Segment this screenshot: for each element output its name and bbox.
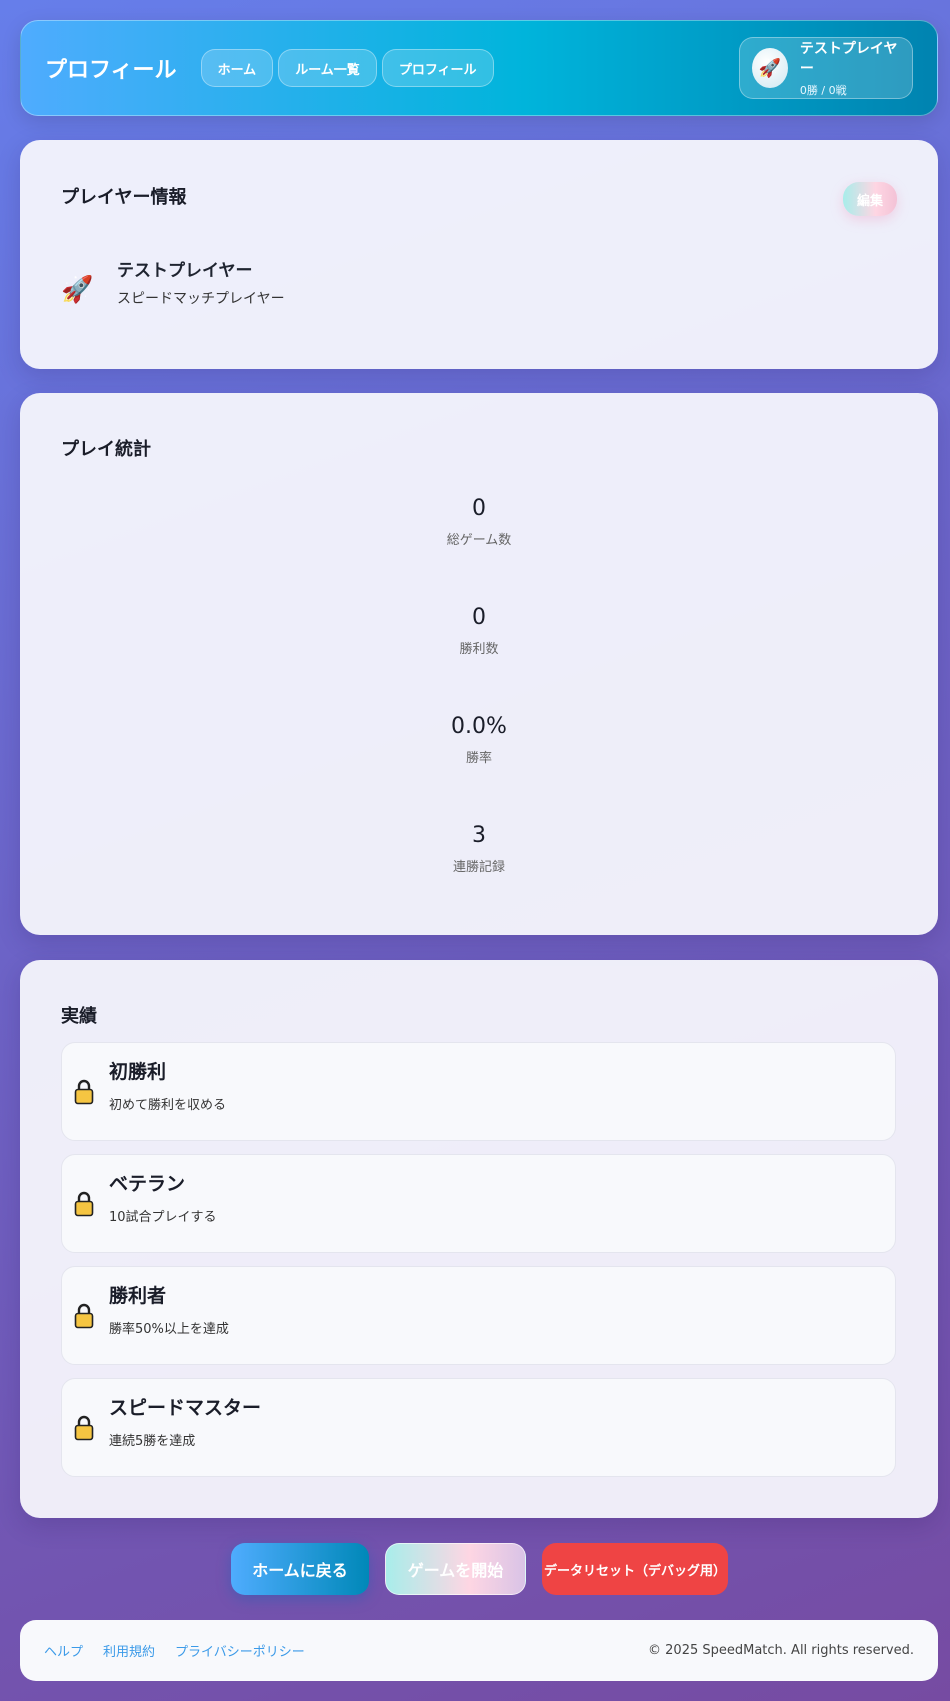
- stat-wins: 0 勝利数: [20, 605, 938, 657]
- achievement-desc: 勝率50%以上を達成: [109, 1322, 229, 1337]
- footer-link-terms[interactable]: 利用規約: [103, 1641, 155, 1660]
- stat-total-games: 0 総ゲーム数: [20, 496, 938, 548]
- achievement-desc: 連続5勝を達成: [109, 1434, 196, 1449]
- nav-profile-button[interactable]: プロフィール: [381, 49, 494, 87]
- achievement-item: 勝利者 勝率50%以上を達成: [61, 1266, 896, 1365]
- stat-label: 総ゲーム数: [446, 533, 512, 548]
- achievement-item: 初勝利 初めて勝利を収める: [61, 1042, 896, 1141]
- stat-value: 0: [472, 496, 486, 521]
- stat-label: 勝利数: [459, 642, 499, 657]
- achievement-item: ベテラン 10試合プレイする: [61, 1154, 896, 1253]
- stat-win-rate: 0.0% 勝率: [20, 714, 938, 766]
- achievement-desc: 初めて勝利を収める: [109, 1098, 227, 1113]
- user-name: テストプレイヤー: [799, 41, 898, 77]
- main-nav: ホーム ルーム一覧 プロフィール: [200, 49, 494, 87]
- achievements-card: 実績 初勝利 初めて勝利を収める ベテラン 10試合プレイする 勝利者 勝率50…: [20, 960, 938, 1518]
- player-info-card: プレイヤー情報 編集 🚀 テストプレイヤー スピードマッチプレイヤー: [20, 140, 938, 369]
- stat-value: 0: [472, 605, 486, 630]
- lock-icon: [74, 1415, 94, 1441]
- avatar: 🚀: [752, 48, 788, 88]
- achievement-title: スピードマスター: [109, 1397, 262, 1419]
- stat-label: 勝率: [465, 751, 492, 766]
- stat-value: 0.0%: [451, 714, 507, 739]
- user-record: 0勝 / 0戦: [799, 84, 847, 97]
- edit-button[interactable]: 編集: [843, 182, 897, 216]
- nav-home-button[interactable]: ホーム: [200, 49, 274, 87]
- achievements-title: 実績: [61, 1006, 97, 1027]
- lock-icon: [74, 1303, 94, 1329]
- user-chip[interactable]: 🚀 テストプレイヤー 0勝 / 0戦: [739, 37, 913, 99]
- footer-link-help[interactable]: ヘルプ: [44, 1641, 83, 1660]
- stat-label: 連勝記録: [452, 860, 505, 875]
- stat-value: 3: [472, 823, 486, 848]
- player-info-title: プレイヤー情報: [61, 187, 187, 208]
- achievement-title: 勝利者: [109, 1285, 167, 1307]
- lock-icon: [74, 1079, 94, 1105]
- footer: ヘルプ 利用規約 プライバシーポリシー © 2025 SpeedMatch. A…: [20, 1620, 938, 1681]
- app-header: プロフィール ホーム ルーム一覧 プロフィール 🚀 テストプレイヤー 0勝 / …: [20, 20, 938, 116]
- achievement-title: 初勝利: [109, 1061, 167, 1083]
- page-title: プロフィール: [45, 58, 177, 83]
- player-name: テストプレイヤー: [117, 261, 253, 281]
- stats-card: プレイ統計 0 総ゲーム数 0 勝利数 0.0% 勝率 3 連勝記録: [20, 393, 938, 935]
- start-game-button[interactable]: ゲームを開始: [385, 1543, 526, 1595]
- lock-icon: [74, 1191, 94, 1217]
- back-home-button[interactable]: ホームに戻る: [231, 1543, 369, 1595]
- stats-title: プレイ統計: [61, 439, 151, 460]
- footer-link-privacy[interactable]: プライバシーポリシー: [175, 1641, 305, 1660]
- achievement-title: ベテラン: [109, 1173, 186, 1195]
- achievement-item: スピードマスター 連続5勝を達成: [61, 1378, 896, 1477]
- rocket-icon: 🚀: [61, 275, 94, 305]
- player-subtitle: スピードマッチプレイヤー: [117, 291, 285, 307]
- rocket-icon: 🚀: [758, 57, 782, 79]
- stat-win-streak: 3 連勝記録: [20, 823, 938, 875]
- copyright: © 2025 SpeedMatch. All rights reserved.: [648, 1643, 914, 1658]
- reset-data-button[interactable]: データリセット（デバッグ用）: [542, 1543, 728, 1595]
- achievement-desc: 10試合プレイする: [109, 1210, 217, 1225]
- nav-rooms-button[interactable]: ルーム一覧: [278, 49, 377, 87]
